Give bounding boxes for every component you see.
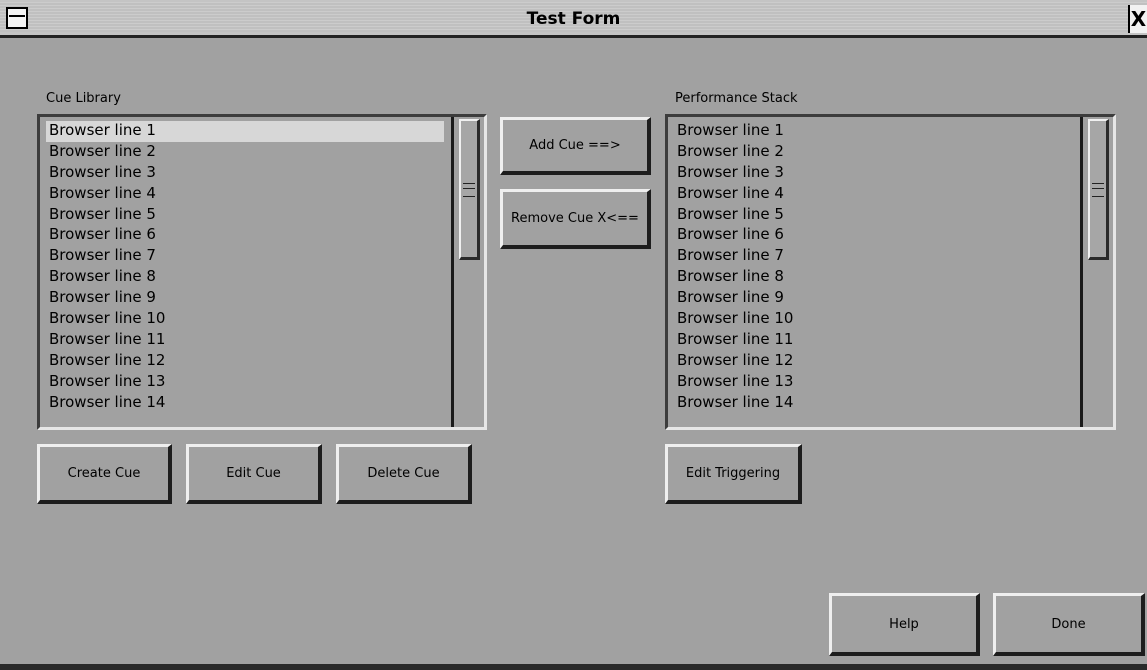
list-item[interactable]: Browser line 5	[674, 205, 1073, 226]
list-item[interactable]: Browser line 10	[674, 309, 1073, 330]
edit-triggering-button[interactable]: Edit Triggering	[665, 444, 802, 504]
list-item[interactable]: Browser line 1	[46, 121, 444, 142]
performance-stack-scrollbar[interactable]	[1080, 117, 1113, 427]
cue-library-scroll-thumb[interactable]	[459, 119, 480, 260]
list-item[interactable]: Browser line 2	[46, 142, 444, 163]
list-item[interactable]: Browser line 14	[674, 393, 1073, 414]
list-item[interactable]: Browser line 11	[46, 330, 444, 351]
remove-cue-button[interactable]: Remove Cue X<==	[500, 189, 651, 249]
list-item[interactable]: Browser line 10	[46, 309, 444, 330]
scroll-grip-icon	[463, 183, 475, 197]
list-item[interactable]: Browser line 5	[46, 205, 444, 226]
list-item[interactable]: Browser line 3	[674, 163, 1073, 184]
list-item[interactable]: Browser line 7	[674, 246, 1073, 267]
cue-library-list: Browser line 1 Browser line 2 Browser line…	[46, 121, 444, 413]
performance-stack-list: Browser line 1 Browser line 2 Browser line…	[674, 121, 1073, 413]
performance-stack-label: Performance Stack	[675, 91, 798, 106]
cue-library-label: Cue Library	[46, 91, 121, 106]
list-item[interactable]: Browser line 12	[674, 351, 1073, 372]
title-bar[interactable]: Test Form X	[0, 0, 1147, 38]
list-item[interactable]: Browser line 3	[46, 163, 444, 184]
cue-library-browser[interactable]: Browser line 1 Browser line 2 Browser line…	[37, 114, 487, 430]
list-item[interactable]: Browser line 7	[46, 246, 444, 267]
list-item[interactable]: Browser line 13	[46, 372, 444, 393]
list-item[interactable]: Browser line 4	[674, 184, 1073, 205]
scroll-grip-icon	[1092, 183, 1104, 197]
performance-stack-browser[interactable]: Browser line 1 Browser line 2 Browser line…	[665, 114, 1116, 430]
list-item[interactable]: Browser line 8	[674, 267, 1073, 288]
help-button[interactable]: Help	[829, 593, 980, 656]
list-item[interactable]: Browser line 11	[674, 330, 1073, 351]
window-title: Test Form	[526, 9, 621, 29]
cue-library-scrollbar[interactable]	[451, 117, 484, 427]
window-bottom-border	[0, 664, 1147, 670]
performance-stack-scroll-thumb[interactable]	[1088, 119, 1109, 260]
list-item[interactable]: Browser line 2	[674, 142, 1073, 163]
test-form-window: Test Form X Cue Library Browser line 1 Br…	[0, 0, 1147, 670]
list-item[interactable]: Browser line 13	[674, 372, 1073, 393]
list-item[interactable]: Browser line 6	[674, 225, 1073, 246]
list-item[interactable]: Browser line 4	[46, 184, 444, 205]
delete-cue-button[interactable]: Delete Cue	[336, 444, 472, 504]
close-icon[interactable]: X	[1128, 5, 1147, 33]
create-cue-button[interactable]: Create Cue	[37, 444, 172, 504]
done-button[interactable]: Done	[993, 593, 1145, 656]
list-item[interactable]: Browser line 8	[46, 267, 444, 288]
list-item[interactable]: Browser line 1	[674, 121, 1073, 142]
list-item[interactable]: Browser line 6	[46, 225, 444, 246]
add-cue-button[interactable]: Add Cue ==>	[500, 117, 651, 175]
list-item[interactable]: Browser line 14	[46, 393, 444, 414]
list-item[interactable]: Browser line 9	[46, 288, 444, 309]
edit-cue-button[interactable]: Edit Cue	[186, 444, 322, 504]
list-item[interactable]: Browser line 12	[46, 351, 444, 372]
list-item[interactable]: Browser line 9	[674, 288, 1073, 309]
